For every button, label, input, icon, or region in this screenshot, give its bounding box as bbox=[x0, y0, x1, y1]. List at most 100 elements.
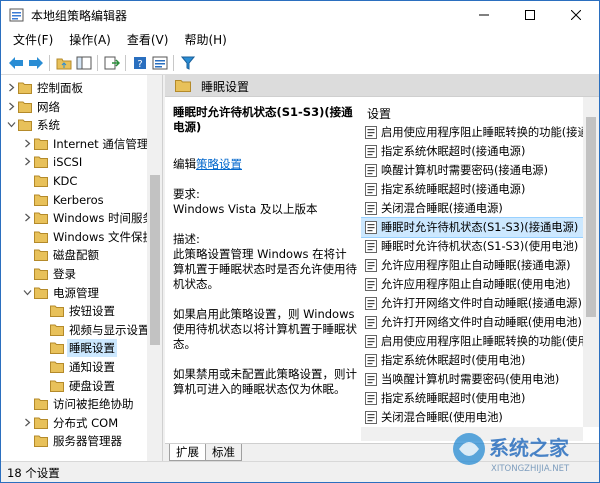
tree-node[interactable]: Internet 通信管理 bbox=[1, 135, 148, 153]
tab-standard[interactable]: 标准 bbox=[205, 444, 242, 461]
tree-node-label: Windows 文件保护 bbox=[53, 229, 154, 244]
setting-row[interactable]: 启用使应用程序阻止睡眠转换的功能(使用 bbox=[361, 332, 583, 351]
tree-node[interactable]: 服务器管理器 bbox=[1, 432, 147, 450]
tree-node[interactable]: 登录 bbox=[1, 265, 147, 283]
folder-icon bbox=[34, 268, 48, 280]
menu-view[interactable]: 查看(V) bbox=[119, 29, 177, 51]
tree-node[interactable]: 睡眠设置 bbox=[1, 339, 147, 358]
gpedit-window: 本地组策略编辑器 文件(F) 操作(A) 查看(V) 帮助(H) ? 控制面板 … bbox=[0, 0, 600, 483]
tree-node-label: 硬盘设置 bbox=[69, 378, 115, 393]
back-button[interactable] bbox=[7, 54, 25, 72]
tree-node[interactable]: 视频与显示设置 bbox=[1, 321, 150, 339]
setting-row[interactable]: 关闭混合睡眠(接通电源) bbox=[361, 199, 583, 218]
filter-button[interactable] bbox=[179, 54, 197, 72]
tree-pane-icon bbox=[76, 56, 92, 70]
tree-node[interactable]: 系统 bbox=[1, 116, 147, 134]
tree-node-label: 视频与显示设置 bbox=[69, 322, 150, 337]
setting-row[interactable]: 允许打开网络文件时自动睡眠(使用电池) bbox=[361, 313, 583, 332]
settings-column-header[interactable]: 设置 bbox=[367, 105, 391, 122]
tree-node-label: 服务器管理器 bbox=[53, 434, 122, 449]
scrollbar-thumb[interactable] bbox=[586, 117, 596, 317]
tree-pane[interactable]: 控制面板 网络 系统 Internet 通信管理 iSCSI KDC Kerberos Win… bbox=[1, 75, 163, 461]
tab-extended[interactable]: 扩展 bbox=[169, 444, 206, 461]
chevron-right-icon[interactable] bbox=[7, 102, 16, 111]
tree-node[interactable]: 硬盘设置 bbox=[1, 377, 147, 395]
tree-node-label: 通知设置 bbox=[69, 360, 115, 374]
setting-label: 允许应用程序阻止自动睡眠(接通电源) bbox=[381, 259, 571, 272]
setting-row[interactable]: 允许应用程序阻止自动睡眠(使用电池) bbox=[361, 275, 583, 294]
setting-row[interactable]: 关闭混合睡眠(使用电池) bbox=[361, 408, 583, 427]
setting-label: 关闭混合睡眠(使用电池) bbox=[381, 411, 503, 424]
enabled-text: 如果启用此策略设置，则 Windows 使用待机状态以将计算机置于睡眠状态。 bbox=[173, 307, 357, 351]
edit-policy-link[interactable]: 策略设置 bbox=[196, 157, 242, 171]
setting-label: 启用使应用程序阻止睡眠转换的功能(使用 bbox=[381, 335, 583, 348]
setting-row[interactable]: 启用使应用程序阻止睡眠转换的功能(接通 bbox=[361, 123, 583, 142]
help-button[interactable]: ? bbox=[131, 54, 149, 72]
tree-node-label: 电源管理 bbox=[53, 285, 99, 300]
chevron-down-icon[interactable] bbox=[23, 288, 32, 297]
menu-file[interactable]: 文件(F) bbox=[5, 29, 61, 51]
policy-setting-icon bbox=[365, 240, 377, 253]
tree-node[interactable]: iSCSI bbox=[1, 153, 147, 171]
setting-row[interactable]: 指定系统睡眠超时(使用电池) bbox=[361, 389, 583, 408]
properties-button[interactable] bbox=[151, 54, 169, 72]
setting-label: 睡眠时允许待机状态(S1-S3)(使用电池) bbox=[381, 240, 579, 253]
menu-bar: 文件(F) 操作(A) 查看(V) 帮助(H) bbox=[1, 29, 599, 51]
export-list-button[interactable] bbox=[103, 54, 121, 72]
setting-row[interactable]: 指定系统睡眠超时(接通电源) bbox=[361, 180, 583, 199]
menu-action[interactable]: 操作(A) bbox=[61, 29, 119, 51]
chevron-down-icon[interactable] bbox=[7, 120, 16, 129]
chevron-right-icon[interactable] bbox=[23, 213, 32, 222]
tree-node[interactable]: KDC bbox=[1, 172, 147, 190]
setting-row[interactable]: 睡眠时允许待机状态(S1-S3)(接通电源) bbox=[361, 217, 583, 238]
forward-button[interactable] bbox=[27, 54, 45, 72]
tree-node[interactable]: 控制面板 bbox=[1, 79, 147, 97]
setting-row[interactable]: 当唤醒计算机时需要密码(使用电池) bbox=[361, 370, 583, 389]
tree-node[interactable]: 磁盘配额 bbox=[1, 246, 147, 264]
setting-label: 睡眠时允许待机状态(S1-S3)(接通电源) bbox=[381, 221, 579, 234]
setting-label: 允许应用程序阻止自动睡眠(使用电池) bbox=[381, 278, 571, 291]
tree-node[interactable]: 网络 bbox=[1, 98, 147, 116]
setting-row[interactable]: 睡眠时允许待机状态(S1-S3)(使用电池) bbox=[361, 237, 583, 256]
setting-row[interactable]: 允许应用程序阻止自动睡眠(接通电源) bbox=[361, 256, 583, 275]
chevron-right-icon[interactable] bbox=[23, 139, 32, 148]
tree-scrollbar[interactable] bbox=[147, 75, 162, 461]
tree-node[interactable]: 访问被拒绝协助 bbox=[1, 395, 147, 413]
chevron-right-icon[interactable] bbox=[23, 157, 32, 166]
tree-node[interactable]: Windows 时间服务 bbox=[1, 209, 154, 227]
tree-node-label: 磁盘配额 bbox=[53, 248, 99, 263]
menu-help[interactable]: 帮助(H) bbox=[176, 29, 234, 51]
chevron-right-icon[interactable] bbox=[23, 418, 32, 427]
arrow-right-icon bbox=[29, 57, 43, 69]
up-folder-button[interactable] bbox=[55, 54, 73, 72]
folder-icon bbox=[18, 119, 32, 132]
tree-node[interactable]: 电源管理 bbox=[1, 284, 147, 302]
requirements-label: 要求: bbox=[173, 187, 200, 201]
toolbar-separator bbox=[173, 55, 174, 71]
maximize-button[interactable] bbox=[507, 1, 553, 29]
folder-icon bbox=[34, 175, 48, 187]
setting-row[interactable]: 允许打开网络文件时自动睡眠(接通电源) bbox=[361, 294, 583, 313]
scrollbar-thumb[interactable] bbox=[150, 175, 160, 345]
tree-node[interactable]: 按钮设置 bbox=[1, 302, 147, 320]
chevron-right-icon[interactable] bbox=[7, 83, 16, 92]
tree-node[interactable]: 分布式 COM bbox=[1, 414, 147, 432]
setting-row[interactable]: 指定系统休眠超时(接通电源) bbox=[361, 142, 583, 161]
setting-row[interactable]: 指定系统休眠超时(使用电池) bbox=[361, 351, 583, 370]
tree-node[interactable]: 通知设置 bbox=[1, 358, 147, 376]
settings-list[interactable]: 启用使应用程序阻止睡眠转换的功能(接通 指定系统休眠超时(接通电源) 唤醒计算机时需… bbox=[361, 123, 583, 427]
tree-node-label: KDC bbox=[53, 174, 78, 188]
tree-node-label: 控制面板 bbox=[37, 81, 83, 95]
tree-node[interactable]: Kerberos bbox=[1, 191, 147, 209]
policy-setting-icon bbox=[365, 164, 377, 177]
title-bar[interactable]: 本地组策略编辑器 bbox=[1, 1, 599, 29]
toolbar: ? bbox=[1, 51, 599, 75]
edit-policy-line: 编辑策略设置 bbox=[173, 157, 358, 172]
setting-row[interactable]: 唤醒计算机时需要密码(接通电源) bbox=[361, 161, 583, 180]
toolbar-separator bbox=[125, 55, 126, 71]
minimize-button[interactable] bbox=[461, 1, 507, 29]
close-button[interactable] bbox=[553, 1, 599, 29]
show-tree-button[interactable] bbox=[75, 54, 93, 72]
tree-node[interactable]: Windows 文件保护 bbox=[1, 228, 154, 246]
vertical-scrollbar[interactable] bbox=[583, 97, 599, 427]
